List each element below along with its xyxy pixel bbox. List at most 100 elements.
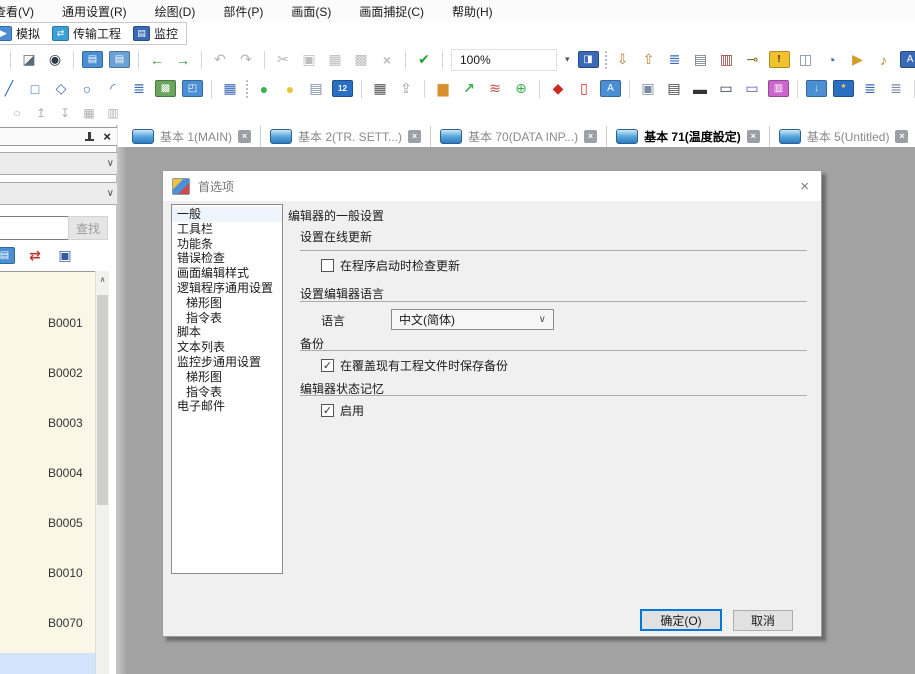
device-list-item[interactable]: B0070 bbox=[0, 598, 95, 648]
delete-icon[interactable]: × bbox=[377, 50, 397, 70]
tree-item-email[interactable]: 电子邮件 bbox=[172, 399, 282, 414]
screen-call-icon[interactable]: ↓ bbox=[806, 80, 827, 97]
gauge-write-icon[interactable]: ↧ bbox=[56, 105, 74, 121]
separator[interactable] bbox=[539, 80, 540, 98]
separator[interactable] bbox=[10, 51, 11, 69]
device-list-item[interactable]: B0005 bbox=[0, 498, 95, 548]
image-tool-icon[interactable]: ▩ bbox=[155, 80, 176, 97]
import-screen-icon[interactable]: ◰ bbox=[182, 80, 203, 97]
camera-icon[interactable]: ◉ bbox=[45, 50, 65, 70]
tree-item-screen-edit-style[interactable]: 画面编辑样式 bbox=[172, 266, 282, 281]
enable-checkbox[interactable]: ✓ bbox=[321, 404, 334, 417]
polygon-tool-icon[interactable]: ◇ bbox=[51, 79, 71, 99]
parts-movement-icon[interactable]: ▤ bbox=[664, 79, 684, 99]
tab-basic-70[interactable]: 基本 70(DATA INP...) × bbox=[431, 126, 607, 147]
tree-item-instruction-list[interactable]: 指令表 bbox=[172, 311, 282, 326]
dialog-close-icon[interactable]: × bbox=[797, 179, 812, 194]
separator[interactable] bbox=[797, 80, 798, 98]
tree-item-ribbon[interactable]: 功能条 bbox=[172, 237, 282, 252]
transfer-project-button[interactable]: ⇄ 传输工程 bbox=[52, 25, 121, 42]
pipe-part-icon[interactable]: ▬ bbox=[690, 79, 710, 99]
menu-item[interactable]: 画面(S) bbox=[291, 3, 331, 20]
check-update-row[interactable]: ✓ 在程序启动时检查更新 bbox=[321, 257, 460, 273]
undo-icon[interactable]: ↶ bbox=[210, 50, 230, 70]
sound-icon[interactable]: ♪ bbox=[874, 50, 894, 70]
separator[interactable] bbox=[138, 51, 139, 69]
menu-item[interactable]: 绘图(D) bbox=[155, 3, 196, 20]
key-password-icon[interactable]: ⊸ bbox=[743, 50, 763, 70]
separator[interactable] bbox=[405, 51, 406, 69]
arc-tool-icon[interactable]: ◜ bbox=[103, 79, 123, 99]
simulate-button[interactable]: ▶ 模拟 bbox=[0, 25, 40, 42]
pin-icon[interactable] bbox=[84, 131, 94, 143]
dialog-title-bar[interactable]: 首选项 × bbox=[163, 171, 821, 201]
tree-item-monitor-step-common[interactable]: 监控步通用设置 bbox=[172, 355, 282, 370]
tab-close-icon[interactable]: × bbox=[408, 130, 421, 143]
scroll-up-arrow[interactable]: ∧ bbox=[96, 271, 109, 286]
parts-list2-icon[interactable]: ≣ bbox=[886, 79, 906, 99]
device-list-selected-row[interactable] bbox=[0, 653, 95, 674]
backup-checkbox[interactable]: ✓ bbox=[321, 359, 334, 372]
separator[interactable] bbox=[201, 51, 202, 69]
comment-screen-part-icon[interactable]: A bbox=[600, 80, 621, 97]
separator[interactable] bbox=[629, 80, 630, 98]
check-update-checkbox[interactable]: ✓ bbox=[321, 259, 334, 272]
device-list-item[interactable]: B0002 bbox=[0, 348, 95, 398]
copy-icon[interactable]: ▣ bbox=[299, 50, 319, 70]
previous-screen-icon[interactable]: ← bbox=[147, 50, 167, 70]
monitor-display-icon[interactable]: ▭ bbox=[716, 79, 736, 99]
menu-item[interactable]: 查看(V) bbox=[0, 3, 34, 20]
find-button[interactable]: 查找 bbox=[68, 216, 108, 240]
screen-preview-icon[interactable]: ◨ bbox=[578, 51, 599, 68]
translate-icon[interactable]: A bbox=[900, 51, 915, 68]
scrollbar-thumb[interactable] bbox=[97, 295, 108, 505]
device-list-item[interactable]: B0004 bbox=[0, 448, 95, 498]
gauge-read-icon[interactable]: ↥ bbox=[32, 105, 50, 121]
tree-item-instruction-list2[interactable]: 指令表 bbox=[172, 385, 282, 400]
copy-screen-icon[interactable]: ▤ bbox=[109, 51, 130, 68]
tab-close-icon[interactable]: × bbox=[747, 130, 760, 143]
line-graph-part-icon[interactable]: ≋ bbox=[485, 79, 505, 99]
separator[interactable] bbox=[361, 80, 362, 98]
bar-graph-part-icon[interactable]: ▆ bbox=[433, 79, 453, 99]
new-screen-icon[interactable]: ▤ bbox=[82, 51, 103, 68]
scale-tool-icon[interactable]: ≣ bbox=[129, 79, 149, 99]
menu-item[interactable]: 帮助(H) bbox=[452, 3, 493, 20]
caution-info-icon[interactable]: ! bbox=[769, 51, 790, 68]
parts-box-icon[interactable]: ◫ bbox=[796, 50, 816, 70]
cancel-button[interactable]: 取消 bbox=[733, 610, 793, 631]
search-input[interactable] bbox=[0, 216, 70, 240]
paste-icon[interactable]: ▦ bbox=[325, 50, 345, 70]
language-combobox[interactable]: 中文(简体) ∨ bbox=[391, 309, 554, 330]
tree-item-text-list[interactable]: 文本列表 bbox=[172, 340, 282, 355]
cut-icon[interactable]: ✂ bbox=[273, 50, 293, 70]
verify-data-icon[interactable]: ≣ bbox=[665, 50, 685, 70]
tree-item-ladder2[interactable]: 梯形图 bbox=[172, 370, 282, 385]
window-set-icon[interactable]: ▣ bbox=[638, 79, 658, 99]
tab-basic-2[interactable]: 基本 2(TR. SETT...) × bbox=[261, 126, 431, 147]
ellipse-tool-icon[interactable]: ○ bbox=[77, 79, 97, 99]
data-list-part-icon[interactable]: ▤ bbox=[306, 79, 326, 99]
write-to-controller-icon[interactable]: ⇩ bbox=[613, 50, 633, 70]
ok-button[interactable]: 确定(O) bbox=[640, 609, 722, 631]
stamp-icon[interactable]: ◪ bbox=[19, 50, 39, 70]
parts-list-icon[interactable]: ≣ bbox=[860, 79, 880, 99]
tree-item-error-check[interactable]: 错误检查 bbox=[172, 251, 282, 266]
document-output-icon[interactable]: ▥ bbox=[717, 50, 737, 70]
monitor-button[interactable]: ▤ 监控 bbox=[133, 25, 178, 42]
tree-item-toolbar[interactable]: 工具栏 bbox=[172, 222, 282, 237]
device-list-item[interactable]: B0003 bbox=[0, 398, 95, 448]
enable-row[interactable]: ✓ 启用 bbox=[321, 402, 364, 418]
lamp-part-icon[interactable]: ● bbox=[280, 79, 300, 99]
trend-graph-part-icon[interactable]: ↗ bbox=[459, 79, 479, 99]
panel-close-icon[interactable]: × bbox=[103, 130, 111, 143]
separator[interactable] bbox=[73, 51, 74, 69]
separator[interactable] bbox=[264, 51, 265, 69]
switch-part-icon[interactable]: ● bbox=[254, 79, 274, 99]
alarm-list-part-icon[interactable]: ▯ bbox=[574, 79, 594, 99]
device-monitor-icon[interactable]: ▣ bbox=[55, 245, 75, 265]
separator[interactable] bbox=[605, 51, 607, 69]
consecutive-copy-icon[interactable]: ▩ bbox=[351, 50, 371, 70]
screen-special-icon[interactable]: * bbox=[833, 80, 854, 97]
tab-close-icon[interactable]: × bbox=[584, 130, 597, 143]
